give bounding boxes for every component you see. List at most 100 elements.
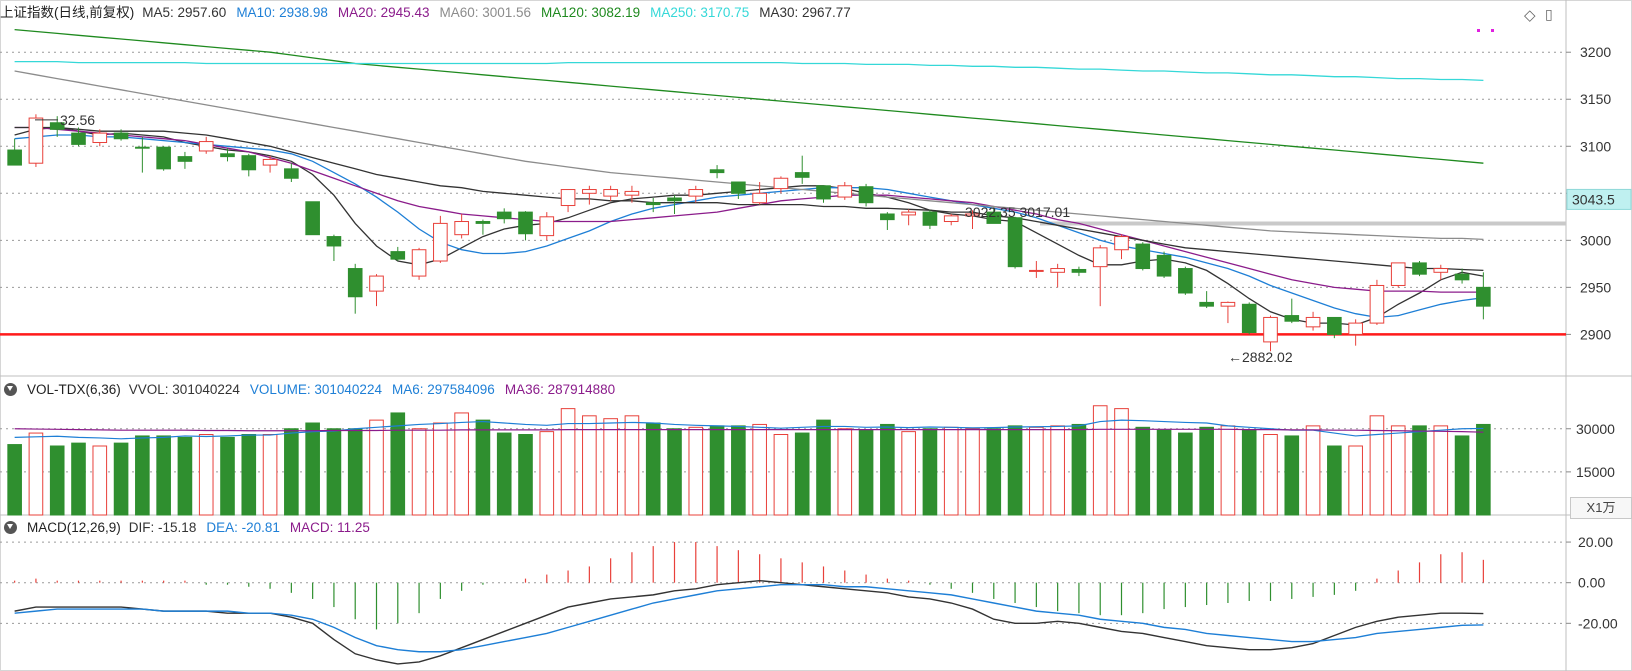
volume-bar bbox=[156, 435, 171, 516]
candle-body bbox=[305, 201, 320, 236]
volume-bar bbox=[539, 431, 555, 516]
candle-body bbox=[582, 189, 597, 194]
candle-body bbox=[475, 221, 491, 224]
diamond-icon[interactable]: ◇ bbox=[1524, 6, 1536, 24]
stock-chart-canvas[interactable]: 320031503100305030002950290032.563022.35… bbox=[0, 0, 1632, 671]
ma-label: MA60: 3001.56 bbox=[439, 5, 532, 20]
volume-unit-label[interactable]: X1万 bbox=[1570, 497, 1632, 519]
candle-body bbox=[1156, 254, 1172, 277]
vol-label: VVOL: 301040224 bbox=[128, 382, 240, 397]
candle-body bbox=[539, 216, 555, 237]
volume-bar bbox=[71, 442, 86, 516]
candle-body bbox=[1412, 262, 1427, 275]
volume-bar bbox=[645, 422, 661, 516]
candle-body bbox=[411, 249, 427, 277]
candle-body bbox=[1241, 303, 1257, 333]
macd-tick-label: -20.00 bbox=[1578, 615, 1618, 631]
macd-tick-label: 0.00 bbox=[1578, 575, 1605, 591]
volume-bar bbox=[816, 419, 831, 516]
marker-dot bbox=[1477, 29, 1480, 32]
volume-bar bbox=[28, 432, 44, 516]
macd-panel-title[interactable]: MACD(12,26,9) bbox=[27, 520, 121, 535]
candle-body bbox=[731, 181, 746, 194]
candle-body bbox=[922, 211, 938, 226]
candle-body bbox=[1369, 284, 1385, 324]
candle-body bbox=[241, 155, 257, 171]
volume-panel-title[interactable]: VOL-TDX(6,36) bbox=[27, 382, 121, 397]
volume-bar bbox=[1327, 445, 1342, 516]
candle-body bbox=[1348, 322, 1363, 335]
volume-bar bbox=[1433, 425, 1449, 516]
volume-bar bbox=[1476, 423, 1491, 516]
candle-body bbox=[1220, 301, 1236, 307]
candle-body bbox=[816, 185, 831, 200]
candle-body bbox=[7, 149, 22, 166]
volume-bar bbox=[411, 428, 427, 516]
ma-label: MA20: 2945.43 bbox=[337, 5, 430, 20]
ma-label: MA120: 3082.19 bbox=[541, 5, 641, 20]
candle-body bbox=[1135, 243, 1151, 270]
volume-collapse-icon[interactable] bbox=[4, 383, 17, 396]
ma-label: MA30: 2967.77 bbox=[759, 5, 851, 20]
volume-bar bbox=[433, 422, 448, 516]
low-annotation: ←2882.02 bbox=[1228, 349, 1293, 365]
candle-body bbox=[518, 211, 533, 235]
macd-collapse-icon[interactable] bbox=[4, 521, 17, 534]
volume-bar bbox=[560, 408, 576, 516]
volume-bar bbox=[667, 428, 682, 516]
candle-body bbox=[1263, 316, 1278, 343]
volume-bar bbox=[113, 442, 129, 516]
volume-bar bbox=[177, 436, 193, 516]
volume-bar bbox=[198, 434, 214, 516]
volume-bar bbox=[496, 432, 512, 516]
volume-bar bbox=[518, 434, 533, 516]
volume-bar bbox=[135, 435, 150, 516]
candle-body bbox=[667, 197, 682, 202]
price-tick-label: 3200 bbox=[1580, 44, 1611, 60]
ma-label: MA250: 3170.75 bbox=[650, 5, 750, 20]
candle-body bbox=[1305, 316, 1321, 328]
ma-line-ma20 bbox=[14, 126, 1484, 293]
volume-bar bbox=[922, 428, 938, 516]
candle-body bbox=[794, 172, 810, 178]
volume-bar bbox=[709, 425, 725, 516]
dif-line bbox=[14, 579, 1484, 665]
volume-bar bbox=[1178, 432, 1193, 516]
volume-bar bbox=[943, 426, 959, 516]
volume-bar bbox=[1007, 425, 1023, 516]
volume-bar bbox=[284, 428, 299, 516]
volume-bar bbox=[7, 444, 22, 516]
price-tick-label: 3000 bbox=[1580, 232, 1611, 248]
volume-bar bbox=[1412, 425, 1427, 516]
candle-body bbox=[369, 275, 384, 292]
candle-body bbox=[709, 169, 725, 174]
volume-bar bbox=[731, 425, 746, 516]
candle-body bbox=[347, 268, 363, 298]
candle-body bbox=[135, 146, 150, 149]
price-tick-label: 2950 bbox=[1580, 279, 1611, 295]
candle-body bbox=[1050, 268, 1065, 273]
vol-label: VOLUME: 301040224 bbox=[249, 382, 382, 397]
volume-bar bbox=[475, 419, 491, 516]
window-toggle-icon[interactable]: ▯ bbox=[1545, 6, 1553, 23]
mid-annotation: 3022.35 3017.01 bbox=[965, 204, 1070, 220]
candle-body bbox=[1327, 316, 1342, 335]
volume-bar bbox=[986, 428, 1002, 516]
candle-body bbox=[943, 215, 959, 223]
volume-bar bbox=[965, 428, 980, 516]
volume-bar bbox=[220, 436, 235, 516]
main-panel-title[interactable]: 上证指数(日线,前复权) bbox=[0, 5, 134, 20]
candle-body bbox=[113, 132, 129, 140]
volume-bar bbox=[1348, 445, 1363, 516]
candle-body bbox=[1454, 273, 1470, 281]
candle-body bbox=[773, 177, 789, 190]
candle-body bbox=[752, 192, 767, 204]
ma-line-ma5 bbox=[14, 126, 1484, 326]
volume-bar bbox=[1071, 423, 1087, 516]
candle-body bbox=[390, 251, 406, 260]
candle-body bbox=[880, 213, 895, 221]
vol-label: MA36: 287914880 bbox=[504, 382, 616, 397]
candle-body bbox=[560, 189, 576, 207]
volume-bar bbox=[92, 445, 108, 516]
candle-body bbox=[1029, 269, 1044, 272]
